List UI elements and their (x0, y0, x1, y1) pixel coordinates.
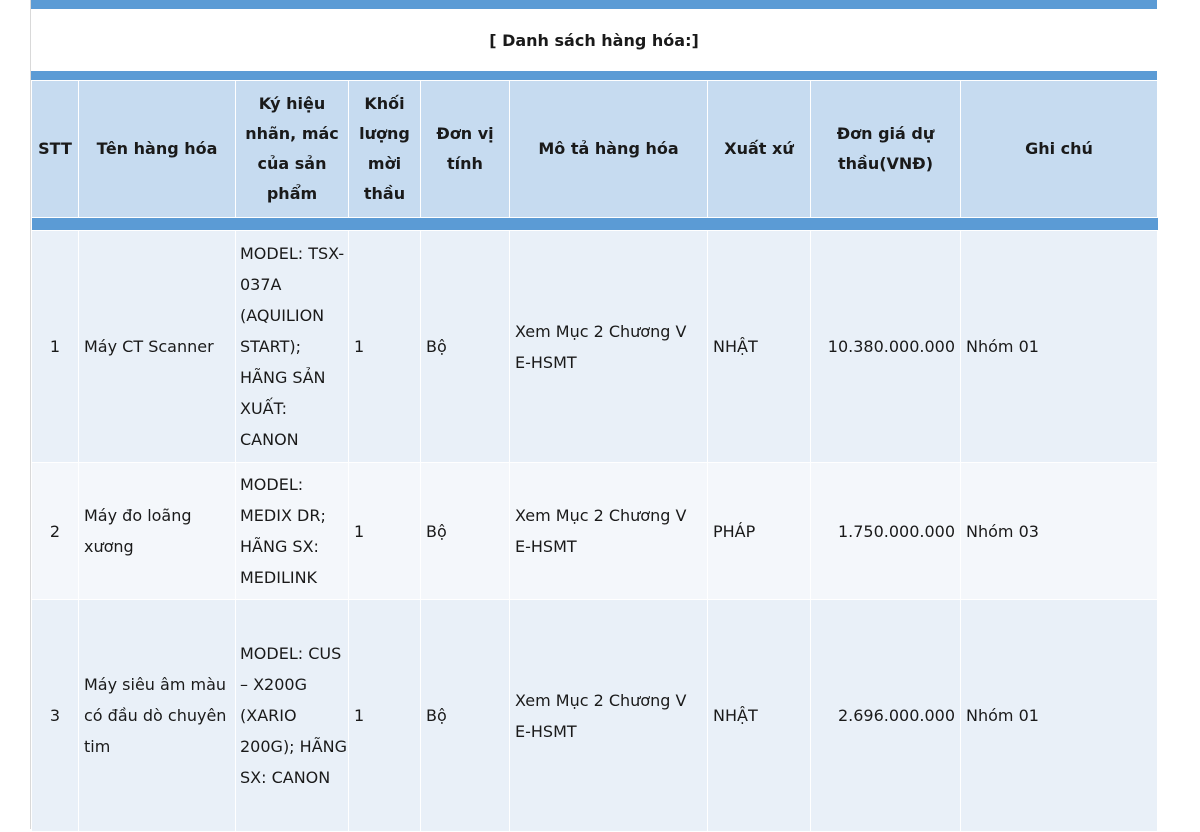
cell-unit: Bộ (420, 462, 510, 600)
cell-quantity: 1 (348, 599, 421, 832)
title-accent-bar (31, 71, 1157, 80)
cell-symbol: MODEL: TSX-037A (AQUILION START); HÃNG S… (235, 230, 349, 463)
cell-price: 2.696.000.000 (810, 599, 961, 832)
col-header-symbol: Ký hiệu nhãn, mác của sản phẩm (235, 80, 349, 218)
top-accent-bar (31, 0, 1157, 9)
cell-quantity: 1 (348, 230, 421, 463)
table-header: STT Tên hàng hóa Ký hiệu nhãn, mác của s… (31, 80, 1158, 218)
cell-stt: 3 (31, 599, 79, 832)
cell-name: Máy CT Scanner (78, 230, 236, 463)
cell-note: Nhóm 01 (960, 230, 1158, 463)
cell-origin: NHẬT (707, 599, 811, 832)
goods-table: STT Tên hàng hóa Ký hiệu nhãn, mác của s… (31, 80, 1158, 832)
col-header-quantity: Khối lượng mời thầu (348, 80, 421, 218)
cell-stt: 1 (31, 230, 79, 463)
table-body: 1 Máy CT Scanner MODEL: TSX-037A (AQUILI… (31, 217, 1158, 832)
col-header-stt: STT (31, 80, 79, 218)
goods-list-title: [ Danh sách hàng hóa:] (489, 30, 699, 50)
cell-unit: Bộ (420, 599, 510, 832)
cell-description: Xem Mục 2 Chương V E-HSMT (509, 599, 708, 832)
col-header-name: Tên hàng hóa (78, 80, 236, 218)
table-row: 1 Máy CT Scanner MODEL: TSX-037A (AQUILI… (31, 230, 1158, 463)
col-header-origin: Xuất xứ (707, 80, 811, 218)
col-header-unit: Đơn vị tính (420, 80, 510, 218)
cell-symbol: MODEL: MEDIX DR; HÃNG SX: MEDILINK (235, 462, 349, 600)
cell-name: Máy đo loãng xương (78, 462, 236, 600)
cell-stt: 2 (31, 462, 79, 600)
cell-price: 1.750.000.000 (810, 462, 961, 600)
header-row: STT Tên hàng hóa Ký hiệu nhãn, mác của s… (31, 80, 1158, 218)
col-header-note: Ghi chú (960, 80, 1158, 218)
cell-price: 10.380.000.000 (810, 230, 961, 463)
table-row: 3 Máy siêu âm màu có đầu dò chuyên tim M… (31, 599, 1158, 832)
cell-description: Xem Mục 2 Chương V E-HSMT (509, 230, 708, 463)
col-header-price: Đơn giá dự thầu(VNĐ) (810, 80, 961, 218)
cell-description: Xem Mục 2 Chương V E-HSMT (509, 462, 708, 600)
table-row: 2 Máy đo loãng xương MODEL: MEDIX DR; HÃ… (31, 462, 1158, 600)
goods-list-panel: [ Danh sách hàng hóa:] STT Tên hàng hóa … (30, 0, 1158, 832)
cell-quantity: 1 (348, 462, 421, 600)
header-separator (31, 217, 1158, 231)
cell-note: Nhóm 01 (960, 599, 1158, 832)
col-header-description: Mô tả hàng hóa (509, 80, 708, 218)
cell-note: Nhóm 03 (960, 462, 1158, 600)
cell-origin: PHÁP (707, 462, 811, 600)
cell-symbol: MODEL: CUS – X200G (XARIO 200G); HÃNG SX… (235, 599, 349, 832)
cell-origin: NHẬT (707, 230, 811, 463)
cell-name: Máy siêu âm màu có đầu dò chuyên tim (78, 599, 236, 832)
cell-unit: Bộ (420, 230, 510, 463)
